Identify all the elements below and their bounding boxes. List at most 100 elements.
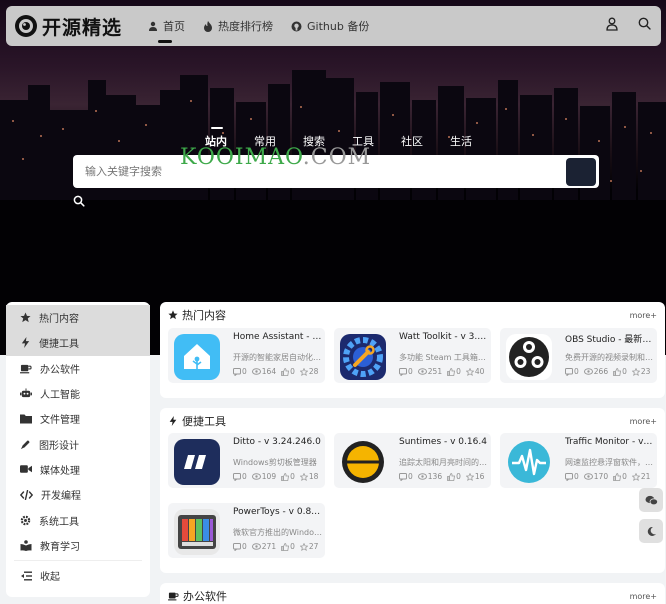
app-card[interactable]: Suntimes - v 0.16.4 追踪太阳和月亮时间的应用 0 136 0…	[334, 433, 491, 488]
view-count: 251	[417, 367, 442, 376]
eye-icon	[583, 473, 593, 480]
app-desc: 免费开源的视频录制和直播	[565, 353, 655, 362]
nav-github-backup[interactable]: Github 备份	[291, 6, 369, 46]
thumb-up-icon	[281, 542, 290, 551]
app-stats: 0 136 0 16	[399, 472, 489, 481]
view-count: 170	[583, 472, 608, 481]
comment-icon	[565, 472, 573, 481]
search-icon	[638, 17, 651, 30]
star-count: 16	[465, 472, 484, 481]
thumb-up-icon	[447, 472, 456, 481]
eye-icon	[251, 368, 261, 375]
app-stats: 0 266 0 23	[565, 367, 655, 376]
sidebar-item-education[interactable]: 教育学习	[6, 533, 150, 558]
section-header: 办公软件 more+	[160, 583, 665, 604]
sidebar-divider	[14, 559, 142, 561]
ditto-icon	[174, 439, 220, 485]
book-icon	[20, 540, 32, 551]
app-name: Traffic Monitor - v 1.84	[565, 437, 655, 447]
app-desc: 开源的智能家居自动化平台	[233, 353, 323, 362]
thumb-up-icon	[613, 472, 622, 481]
sidebar-item-system[interactable]: 系统工具	[6, 507, 150, 532]
robot-icon	[20, 388, 32, 398]
eye-icon	[251, 543, 261, 550]
user-button[interactable]	[606, 17, 618, 31]
app-card[interactable]: Ditto - v 3.24.246.0 Windows剪切板管理器 0 109…	[168, 433, 325, 488]
nav-github-backup-label: Github 备份	[307, 20, 370, 33]
github-icon	[291, 21, 302, 31]
section-title: 办公软件	[183, 590, 227, 603]
app-card[interactable]: PowerToys - v 0.86.0 微软官方推出的Windows工具集 0…	[168, 503, 325, 558]
section-header: 热门内容 more+	[160, 302, 665, 328]
sidebar-collapse-button[interactable]: 收起	[6, 563, 150, 588]
eye-icon	[251, 473, 261, 480]
traffic-monitor-icon	[506, 439, 552, 485]
eye-icon	[417, 473, 427, 480]
comment-icon	[565, 367, 573, 376]
view-count: 266	[583, 367, 608, 376]
tab-life[interactable]: 生活	[450, 133, 472, 149]
bolt-icon	[169, 416, 177, 426]
nav-home-label: 首页	[163, 20, 186, 33]
thumb-up-icon	[613, 367, 622, 376]
section-title: 热门内容	[182, 309, 226, 322]
comment-count: 0	[233, 367, 247, 376]
fire-icon	[204, 20, 213, 32]
mug-icon	[168, 592, 179, 601]
app-desc: 网速监控悬浮窗软件，可显示	[565, 458, 655, 467]
comment-icon	[233, 472, 241, 481]
nav-hot-ranking[interactable]: 热度排行榜	[203, 6, 273, 46]
star-count: 23	[631, 367, 650, 376]
wechat-button[interactable]	[639, 488, 663, 512]
section-title: 便捷工具	[182, 415, 226, 428]
view-count: 271	[251, 542, 276, 551]
more-link[interactable]: more+	[630, 311, 657, 320]
comment-count: 0	[233, 472, 247, 481]
star-count: 28	[299, 367, 318, 376]
app-card[interactable]: Home Assistant - v 2024.1 开源的智能家居自动化平台 0…	[168, 328, 325, 383]
comment-count: 0	[233, 542, 247, 551]
more-link[interactable]: more+	[630, 592, 657, 601]
section-office: 办公软件 more+	[160, 583, 665, 604]
eye-logo-icon	[15, 15, 37, 37]
nav-home[interactable]: 首页	[148, 6, 185, 46]
app-desc: 多功能 Steam 工具箱，加速	[399, 353, 489, 362]
app-card[interactable]: Watt Toolkit - v 3.0.0-rc 多功能 Steam 工具箱，…	[334, 328, 491, 383]
view-count: 164	[251, 367, 276, 376]
app-desc: 微软官方推出的Windows工具集	[233, 528, 323, 537]
topbar-actions	[586, 17, 651, 31]
sidebar-item-ai[interactable]: 人工智能	[6, 381, 150, 406]
star-outline-icon	[299, 542, 308, 551]
sidebar-item-design[interactable]: 图形设计	[6, 431, 150, 456]
star-icon	[20, 312, 31, 323]
eye-icon	[583, 368, 593, 375]
bolt-icon	[21, 337, 30, 349]
sidebar-item-dev[interactable]: 开发编程	[6, 482, 150, 507]
topbar-search-button[interactable]	[638, 17, 651, 31]
comment-count: 0	[399, 367, 413, 376]
theme-toggle-button[interactable]	[639, 519, 663, 543]
star-icon	[168, 310, 178, 320]
sidebar-item-office[interactable]: 办公软件	[6, 356, 150, 381]
app-card[interactable]: Traffic Monitor - v 1.84 网速监控悬浮窗软件，可显示 0…	[500, 433, 657, 488]
more-link[interactable]: more+	[630, 417, 657, 426]
powertoys-icon	[174, 509, 220, 555]
sidebar-item-tools[interactable]: 便捷工具	[6, 330, 150, 356]
star-outline-icon	[465, 367, 474, 376]
sidebar-item-label: 系统工具	[39, 516, 79, 528]
app-name: Ditto - v 3.24.246.0	[233, 437, 321, 447]
section-header: 便捷工具 more+	[160, 408, 665, 434]
comment-icon	[233, 542, 241, 551]
like-count: 0	[613, 367, 627, 376]
main-nav: 首页 热度排行榜 Github 备份	[148, 6, 387, 46]
search-button[interactable]	[73, 157, 596, 207]
star-count: 18	[299, 472, 318, 481]
sidebar-item-files[interactable]: 文件管理	[6, 406, 150, 431]
mug-icon	[20, 364, 32, 374]
comment-icon	[233, 367, 241, 376]
site-logo[interactable]: 开源精选	[14, 13, 122, 40]
sidebar-item-media[interactable]: 媒体处理	[6, 457, 150, 482]
sidebar-item-hot[interactable]: 热门内容	[6, 305, 150, 331]
tab-community[interactable]: 社区	[401, 133, 423, 149]
app-card[interactable]: OBS Studio - 最新版本 免费开源的视频录制和直播 0 266 0 2…	[500, 328, 657, 383]
